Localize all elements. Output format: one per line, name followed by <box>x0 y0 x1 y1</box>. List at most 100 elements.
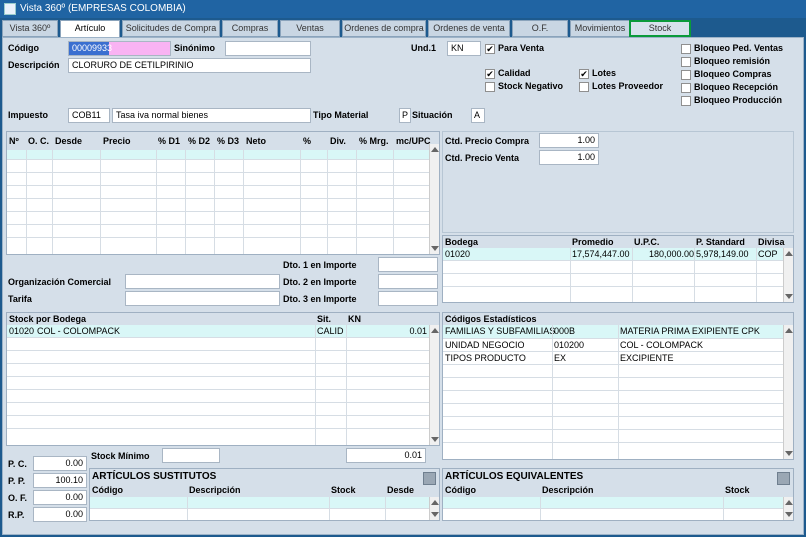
tab-bar: Vista 360º Artículo Solicitudes de Compr… <box>0 18 806 37</box>
para-venta-checkbox[interactable]: ✔ <box>485 44 495 54</box>
scroll-up-icon[interactable] <box>785 251 793 256</box>
sinonimo-field[interactable] <box>225 41 311 56</box>
bloqueo-compras-checkbox[interactable] <box>681 70 691 80</box>
bloqueo-recepcion-checkbox[interactable] <box>681 83 691 93</box>
prices-scrollbar[interactable] <box>429 144 439 254</box>
stock-grid[interactable]: Stock por Bodega Sit. KN 01020 COL - COL… <box>6 312 440 446</box>
org-comercial-field[interactable] <box>125 274 280 289</box>
estad-code-cell: 010200 <box>554 340 585 350</box>
codigos-estadisticos-grid[interactable]: Códigos Estadísticos FAMILIAS Y SUBFAMIL… <box>442 312 794 460</box>
col-header: Neto <box>246 136 266 146</box>
dto2-field[interactable] <box>378 274 438 289</box>
situacion-field[interactable]: A <box>471 108 485 123</box>
dto1-field[interactable] <box>378 257 438 272</box>
equivalentes-scrollbar[interactable] <box>783 497 793 520</box>
org-comercial-label: Organización Comercial <box>8 277 112 287</box>
col-header: KN <box>348 314 361 324</box>
stock-sit-cell: CALID <box>317 326 344 336</box>
col-header: % D3 <box>217 136 240 146</box>
stock-total-field: 0.01 <box>346 448 426 463</box>
equivalentes-config-icon[interactable] <box>777 472 790 485</box>
tarifa-field[interactable] <box>125 291 280 306</box>
scroll-down-icon[interactable] <box>785 451 793 456</box>
app-icon <box>4 3 16 15</box>
scroll-up-icon[interactable] <box>785 500 793 505</box>
tab-ordenes-venta[interactable]: Ordenes de venta <box>428 20 510 37</box>
impuesto-label: Impuesto <box>8 110 49 120</box>
divisa-cell: COP <box>758 249 778 259</box>
ctd-precio-panel: Ctd. Precio Compra 1.00 Ctd. Precio Vent… <box>442 131 794 233</box>
calidad-checkbox[interactable]: ✔ <box>485 69 495 79</box>
rp-field: 0.00 <box>33 507 87 522</box>
tab-movimientos[interactable]: Movimientos <box>570 20 630 37</box>
impuesto-code-field[interactable]: COB11 <box>68 108 110 123</box>
tab-ordenes-compra[interactable]: Ordenes de compra <box>342 20 426 37</box>
scroll-down-icon[interactable] <box>431 437 439 442</box>
scroll-down-icon[interactable] <box>785 512 793 517</box>
estadisticos-scrollbar[interactable] <box>783 325 793 459</box>
codigo-label: Código <box>8 43 39 53</box>
tab-vista-360[interactable]: Vista 360º <box>2 20 58 37</box>
pp-field: 100.10 <box>33 473 87 488</box>
descripcion-field[interactable]: CLORURO DE CETILPIRINIO <box>68 58 311 73</box>
estad-desc-cell: MATERIA PRIMA EXIPIENTE CPK <box>620 326 760 336</box>
estadisticos-title: Códigos Estadísticos <box>445 314 537 324</box>
tipo-material-field[interactable]: P <box>399 108 411 123</box>
pc-field: 0.00 <box>33 456 87 471</box>
ctd-venta-field[interactable]: 1.00 <box>539 150 599 165</box>
tab-articulo[interactable]: Artículo <box>60 20 120 37</box>
col-header: Stock <box>331 485 356 495</box>
sustitutos-grid[interactable]: ARTÍCULOS SUSTITUTOS Código Descripción … <box>89 468 440 521</box>
descripcion-label: Descripción <box>8 60 60 70</box>
rp-label: R.P. <box>8 510 25 520</box>
window-title: Vista 360º (EMPRESAS COLOMBIA) <box>20 3 186 14</box>
dto3-field[interactable] <box>378 291 438 306</box>
estad-tipo-cell: FAMILIAS Y SUBFAMILIAS <box>445 326 556 336</box>
bloqueo-produccion-checkbox[interactable] <box>681 96 691 106</box>
window-title-bar: Vista 360º (EMPRESAS COLOMBIA) <box>0 0 806 18</box>
stock-scrollbar[interactable] <box>429 325 439 445</box>
tab-of[interactable]: O.F. <box>512 20 568 37</box>
col-header: Desde <box>55 136 83 146</box>
bodega-scrollbar[interactable] <box>783 248 793 302</box>
calidad-label: Calidad <box>498 68 531 78</box>
bloqueo-recepcion-label: Bloqueo Recepción <box>694 82 779 92</box>
table-row[interactable] <box>90 497 429 508</box>
bloqueo-remision-checkbox[interactable] <box>681 57 691 67</box>
stock-negativo-checkbox[interactable] <box>485 82 495 92</box>
table-row[interactable] <box>443 497 783 508</box>
estad-tipo-cell: TIPOS PRODUCTO <box>445 353 526 363</box>
bodega-cell: 01020 <box>445 249 471 259</box>
sustitutos-config-icon[interactable] <box>423 472 436 485</box>
lotes-checkbox[interactable]: ✔ <box>579 69 589 79</box>
bodega-grid[interactable]: Bodega Promedio U.P.C. P. Standard Divis… <box>442 235 794 303</box>
table-row[interactable] <box>7 150 429 159</box>
scroll-up-icon[interactable] <box>785 328 793 333</box>
scroll-down-icon[interactable] <box>785 294 793 299</box>
tab-ventas[interactable]: Ventas <box>280 20 340 37</box>
col-header: Código <box>445 485 476 495</box>
main-panel: Código 00009933 Sinónimo Descripción CLO… <box>2 37 804 535</box>
scroll-down-icon[interactable] <box>431 512 439 517</box>
tab-compras[interactable]: Compras <box>222 20 278 37</box>
tab-stock[interactable]: Stock <box>629 20 691 37</box>
bloqueo-ped-ventas-checkbox[interactable] <box>681 44 691 54</box>
und-field[interactable]: KN <box>447 41 481 56</box>
col-header: Código <box>92 485 123 495</box>
lotes-proveedor-label: Lotes Proveedor <box>592 81 664 91</box>
dto1-label: Dto. 1 en Importe <box>283 260 357 270</box>
lotes-proveedor-checkbox[interactable] <box>579 82 589 92</box>
scroll-up-icon[interactable] <box>431 500 439 505</box>
sustitutos-scrollbar[interactable] <box>429 497 439 520</box>
ctd-compra-field[interactable]: 1.00 <box>539 133 599 148</box>
scroll-down-icon[interactable] <box>431 246 439 251</box>
tab-solicitudes-compra[interactable]: Solicitudes de Compra <box>122 20 220 37</box>
prices-grid[interactable]: Nº O. C. Desde Precio % D1 % D2 % D3 Net… <box>6 131 440 255</box>
lotes-label: Lotes <box>592 68 617 78</box>
stock-minimo-field[interactable] <box>162 448 220 463</box>
scroll-up-icon[interactable] <box>431 147 439 152</box>
promedio-cell: 17,574,447.00 <box>572 249 630 259</box>
equivalentes-grid[interactable]: ARTÍCULOS EQUIVALENTES Código Descripció… <box>442 468 794 521</box>
codigo-field[interactable]: 00009933 <box>68 41 171 56</box>
scroll-up-icon[interactable] <box>431 328 439 333</box>
